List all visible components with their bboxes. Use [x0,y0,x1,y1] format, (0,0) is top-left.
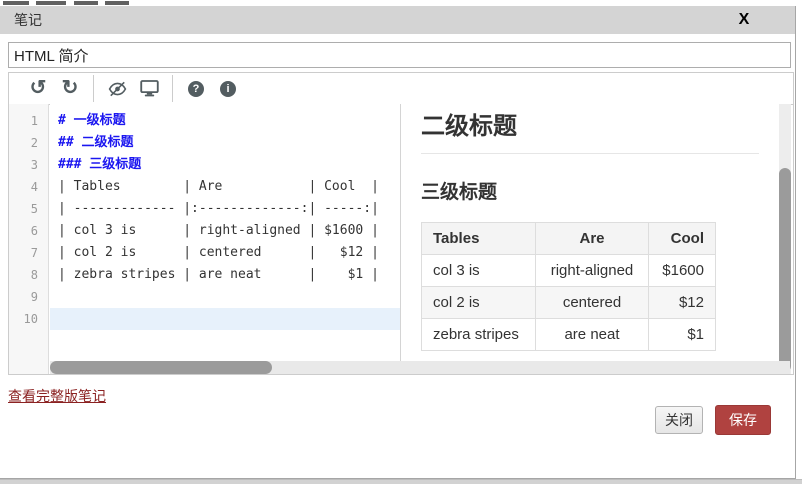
note-title-input[interactable] [8,42,791,68]
line-number-gutter: 1 2 3 4 5 6 7 8 9 10 [9,104,49,374]
editor-preview-split: 1 2 3 4 5 6 7 8 9 10 # 一级标题 ## 二级标题 ### … [8,104,794,375]
editor-horizontal-scrollbar[interactable] [50,361,790,374]
line-number: 4 [9,176,48,198]
editor-toolbar [8,72,794,105]
table-cell: col 3 is [422,255,536,287]
table-cell: zebra stripes [422,319,536,351]
dialog-titlebar [0,6,795,34]
screen: 笔记 X 1 2 3 4 5 [0,0,802,484]
code-line: | ------------- |:-------------:| -----:… [50,198,400,220]
line-number: 10 [9,308,48,330]
undo-icon [30,78,47,99]
close-icon[interactable]: X [733,9,755,31]
help-icon [188,81,204,97]
line-number: 6 [9,220,48,242]
markdown-preview-pane: 二级标题 三级标题 Tables Are Cool col 3 is right… [401,104,779,361]
line-number: 5 [9,198,48,220]
preview-heading-2: 二级标题 [421,106,759,154]
scrollbar-thumb[interactable] [779,168,791,372]
table-cell: right-aligned [536,255,649,287]
line-number: 2 [9,132,48,154]
line-number: 3 [9,154,48,176]
save-button[interactable]: 保存 [715,405,771,435]
preview-vertical-scrollbar[interactable] [779,104,791,374]
table-cell: $12 [649,287,716,319]
monitor-icon [140,80,159,97]
help-button[interactable] [180,76,212,102]
table-header-cell: Tables [422,223,536,255]
eye-slash-icon [108,81,127,97]
info-icon [220,81,236,97]
table-cell: col 2 is [422,287,536,319]
line-number: 8 [9,264,48,286]
redo-button[interactable] [54,76,86,102]
code-line: ## 二级标题 [50,132,400,154]
view-full-note-link[interactable]: 查看完整版笔记 [8,386,106,406]
table-header-cell: Are [536,223,649,255]
line-number: 7 [9,242,48,264]
table-cell: centered [536,287,649,319]
markdown-source-editor[interactable]: # 一级标题 ## 二级标题 ### 三级标题 | Tables | Are |… [50,104,400,374]
preview-fullscreen-button[interactable] [133,76,165,102]
code-line: | col 3 is | right-aligned | $1600 | [50,220,400,242]
code-line: ### 三级标题 [50,154,400,176]
table-header-cell: Cool [649,223,716,255]
toggle-preview-button[interactable] [101,76,133,102]
line-number: 1 [9,110,48,132]
table-cell: $1600 [649,255,716,287]
code-line [50,286,400,308]
info-button[interactable] [212,76,244,102]
preview-heading-3: 三级标题 [421,177,759,204]
active-code-line [50,308,400,330]
code-line: | Tables | Are | Cool | [50,176,400,198]
toolbar-divider [172,75,173,102]
table-cell: are neat [536,319,649,351]
preview-table: Tables Are Cool col 3 is right-aligned $… [421,222,716,351]
table-cell: $1 [649,319,716,351]
undo-button[interactable] [22,76,54,102]
toolbar-divider [93,75,94,102]
table-row: zebra stripes are neat $1 [422,319,716,351]
table-header-row: Tables Are Cool [422,223,716,255]
background-page-bottom-strip [0,479,802,484]
line-number: 9 [9,286,48,308]
table-row: col 2 is centered $12 [422,287,716,319]
code-line: | zebra stripes | are neat | $1 | [50,264,400,286]
code-line: # 一级标题 [50,110,400,132]
close-button[interactable]: 关闭 [655,406,703,434]
dialog-title: 笔记 [14,6,42,34]
scrollbar-thumb[interactable] [50,361,272,374]
redo-icon [62,78,79,99]
code-line: | col 2 is | centered | $12 | [50,242,400,264]
table-row: col 3 is right-aligned $1600 [422,255,716,287]
